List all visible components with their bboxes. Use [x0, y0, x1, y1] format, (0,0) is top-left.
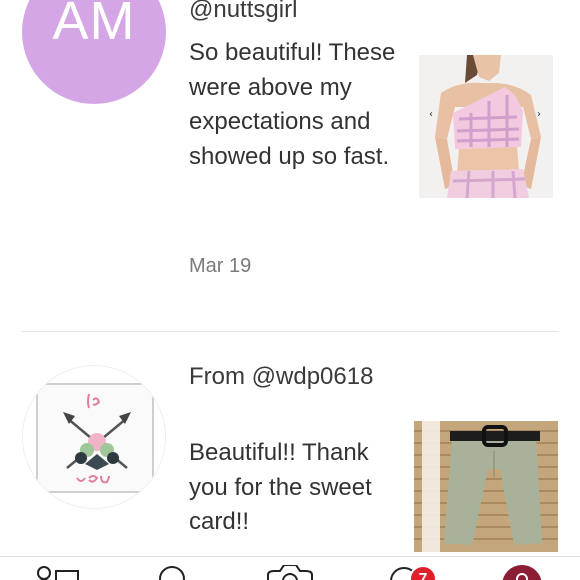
review-text: Beautiful!! Thank you for the sweet card…	[189, 439, 372, 536]
svg-text:‹: ‹	[429, 109, 433, 120]
closet-icon	[500, 565, 544, 580]
tab-sell[interactable]	[266, 565, 314, 580]
tab-closet[interactable]	[500, 565, 544, 580]
avatar[interactable]: AM	[22, 0, 166, 104]
bottom-tab-bar	[0, 556, 580, 580]
avatar-initials: AM	[52, 0, 136, 51]
tab-search[interactable]	[152, 565, 192, 580]
tab-profile[interactable]	[32, 565, 80, 580]
review-text: So beautiful! These were above my expect…	[189, 39, 396, 170]
product-thumbnail[interactable]: ‹ ›	[419, 55, 553, 198]
review-author[interactable]: @nuttsgirl	[189, 0, 297, 27]
camera-icon	[266, 565, 314, 580]
review-item: AM @nuttsgirl So beautiful! These were a…	[0, 0, 580, 332]
product-thumbnail[interactable]	[414, 421, 558, 552]
svg-text:›: ›	[537, 109, 541, 120]
person-icon	[32, 565, 80, 580]
search-icon	[152, 565, 192, 580]
avatar[interactable]	[22, 365, 166, 509]
review-author[interactable]: From @wdp0618	[189, 360, 399, 394]
review-item: From @wdp0618 Beautiful!! Thank you for …	[0, 332, 580, 562]
review-date: Mar 19	[189, 255, 252, 277]
